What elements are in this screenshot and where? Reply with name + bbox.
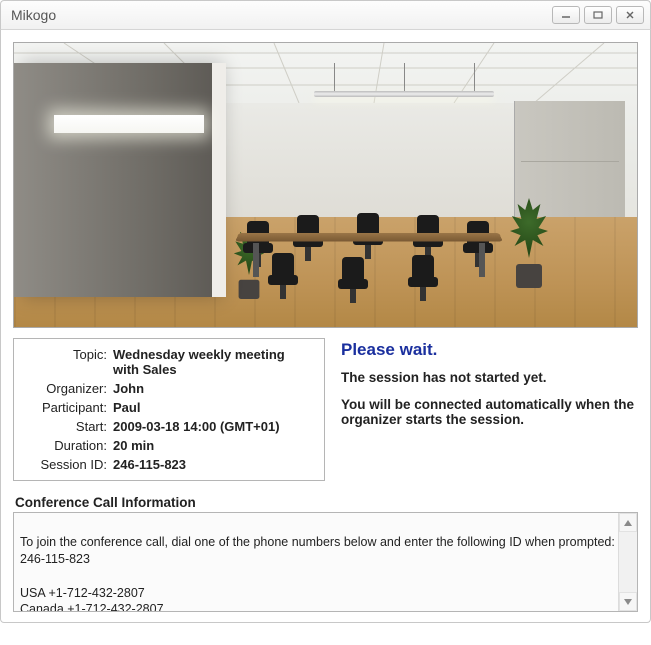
- conference-info-textarea[interactable]: To join the conference call, dial one of…: [13, 512, 638, 612]
- scrollbar[interactable]: [618, 513, 637, 611]
- hero-image: [13, 42, 638, 328]
- conference-info-text: To join the conference call, dial one of…: [20, 534, 615, 612]
- minimize-icon: [560, 10, 572, 20]
- chevron-up-icon: [624, 520, 632, 526]
- start-value: 2009-03-18 14:00 (GMT+01): [110, 417, 316, 436]
- topic-value: Wednesday weekly meeting with Sales: [110, 345, 316, 379]
- maximize-button[interactable]: [584, 6, 612, 24]
- client-area: Topic: Wednesday weekly meeting with Sal…: [0, 30, 651, 623]
- window-controls: [552, 6, 644, 24]
- topic-label: Topic:: [22, 345, 110, 379]
- participant-value: Paul: [110, 398, 316, 417]
- conference-info-label: Conference Call Information: [15, 495, 638, 510]
- status-panel: Please wait. The session has not started…: [339, 338, 638, 481]
- duration-value: 20 min: [110, 436, 316, 455]
- minimize-button[interactable]: [552, 6, 580, 24]
- scroll-down-button[interactable]: [619, 592, 637, 611]
- close-button[interactable]: [616, 6, 644, 24]
- please-wait-heading: Please wait.: [341, 340, 638, 360]
- chevron-down-icon: [624, 599, 632, 605]
- titlebar[interactable]: Mikogo: [0, 0, 651, 30]
- app-window: Mikogo: [0, 0, 651, 623]
- organizer-value: John: [110, 379, 316, 398]
- session-id-label: Session ID:: [22, 455, 110, 474]
- window-title: Mikogo: [11, 7, 56, 23]
- close-icon: [624, 10, 636, 20]
- session-details-box: Topic: Wednesday weekly meeting with Sal…: [13, 338, 325, 481]
- duration-label: Duration:: [22, 436, 110, 455]
- scroll-up-button[interactable]: [619, 513, 637, 532]
- status-line-1: The session has not started yet.: [341, 370, 638, 385]
- organizer-label: Organizer:: [22, 379, 110, 398]
- status-line-2: You will be connected automatically when…: [341, 397, 638, 427]
- participant-label: Participant:: [22, 398, 110, 417]
- maximize-icon: [592, 10, 604, 20]
- session-id-value: 246-115-823: [110, 455, 316, 474]
- start-label: Start:: [22, 417, 110, 436]
